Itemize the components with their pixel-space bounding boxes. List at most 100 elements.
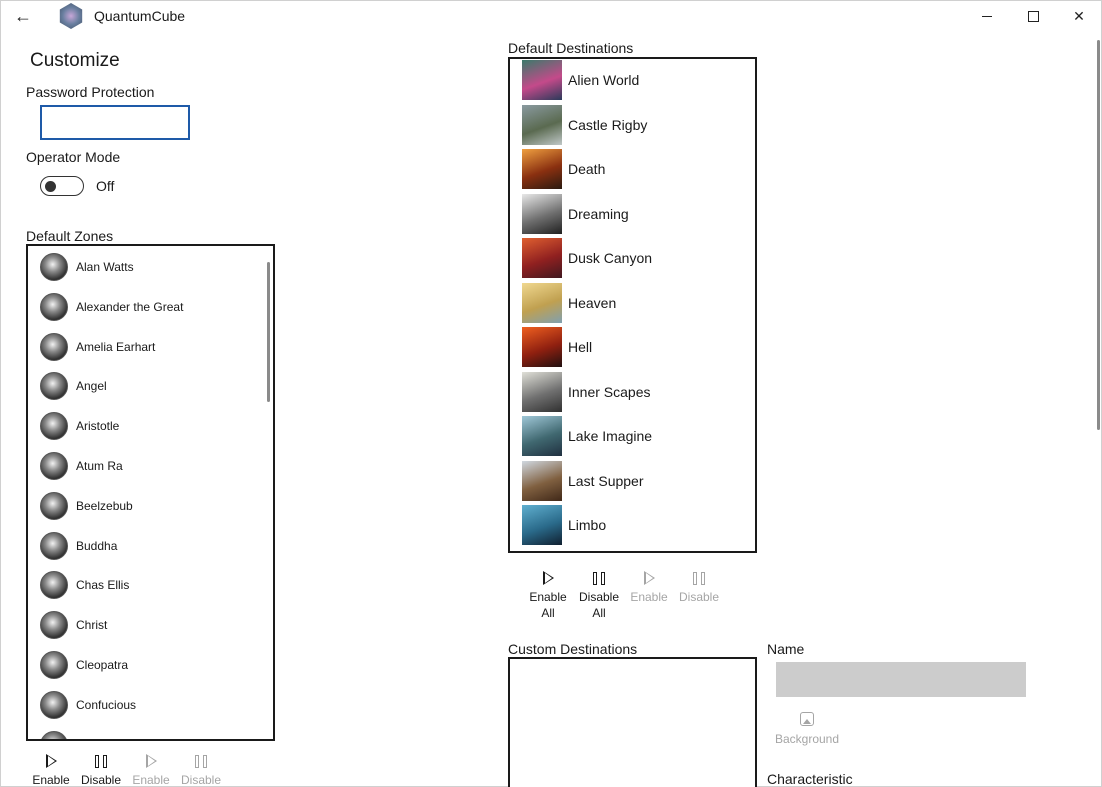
destination-thumbnail [522,371,562,412]
play-icon [643,571,655,585]
page-scrollbar[interactable] [1097,40,1100,430]
zone-name: Chas Ellis [76,578,130,593]
destination-name: Dreaming [568,205,629,222]
password-input[interactable] [40,105,190,140]
zone-list-item[interactable]: Angel [40,371,107,401]
play-icon [542,571,554,585]
destination-name: Heaven [568,294,617,311]
destination-thumbnail [522,60,562,100]
zone-name: Angel [76,379,107,394]
zone-list-item[interactable]: Cleopatra [40,650,128,680]
zone-list-item[interactable]: Atum Ra [40,451,123,481]
zones-disable-button[interactable]: Disable [178,750,224,787]
destination-thumbnail [522,238,562,278]
zone-avatar-icon [40,292,68,321]
destination-list-item[interactable]: Hell [522,327,592,367]
default-zones-list[interactable]: Alan Watts Alexander the Great Amelia Earh… [26,244,275,741]
destinations-enable-all-label: Enable [529,590,567,604]
destination-name: Last Supper [568,472,644,489]
zone-avatar-icon [40,372,68,401]
default-destinations-label: Default Destinations [508,40,634,56]
zone-name: Cleopatra [76,658,129,672]
back-button[interactable]: ← [0,0,46,32]
close-icon: ✕ [1073,7,1085,24]
custom-destinations-list[interactable] [508,657,757,787]
zone-list-item[interactable]: Alexander the Great [40,292,183,322]
name-label: Name [767,641,805,657]
destination-list-item[interactable]: Limbo [522,505,606,545]
destination-list-item[interactable]: Lake Imagine [522,416,652,456]
destinations-disable-all-button[interactable]: Disable All [576,567,622,621]
zone-avatar-icon [40,531,68,560]
destination-list-item[interactable]: Dusk Canyon [522,238,652,278]
destination-name: Hell [568,339,593,355]
default-destinations-list[interactable]: Alien World Castle Rigby Death Dreaming Dusk… [508,57,757,553]
destination-list-item[interactable]: Alien World [522,60,639,100]
destinations-disable-all-label-2: All [592,606,606,620]
zone-list-item[interactable]: Amelia Earhart [40,332,155,362]
zone-avatar-icon [40,491,68,520]
pause-icon [195,754,207,768]
name-input[interactable] [776,662,1026,697]
zone-list-item[interactable]: Aristotle [40,411,119,441]
destinations-enable-button[interactable]: Enable [627,567,671,605]
zone-name: Alan Watts [76,260,134,274]
zone-avatar-icon [40,412,68,441]
zone-list-item-partial[interactable] [40,730,68,739]
operator-mode-toggle[interactable] [40,176,84,196]
destination-list-item[interactable]: Castle Rigby [522,104,648,145]
zone-list-item[interactable]: Buddha [40,531,117,561]
destination-thumbnail [522,282,562,323]
zone-list-item[interactable]: Alan Watts [40,252,134,282]
zones-enable-label: Enable [132,773,170,787]
app-title: QuantumCube [94,8,186,24]
zone-avatar-icon [40,452,68,480]
minimize-button[interactable] [964,0,1010,32]
destinations-enable-all-label-2: All [541,606,555,620]
image-icon [800,712,814,726]
destination-thumbnail [522,505,562,545]
zones-enable-all-label: Enable [32,773,70,787]
custom-destinations-label: Custom Destinations [508,641,638,657]
close-button[interactable]: ✕ [1056,0,1102,32]
zone-avatar-icon [40,651,68,679]
play-icon [145,754,157,768]
zones-disable-all-button[interactable]: Disable [78,750,124,787]
zones-enable-all-button[interactable]: Enable [30,750,72,787]
destination-list-item[interactable]: Dreaming [522,193,629,234]
play-icon [45,754,57,768]
zone-list-item[interactable]: Chas Ellis [40,570,129,600]
zone-name: Confucious [76,697,137,712]
zone-name: Amelia Earhart [76,339,156,354]
background-button[interactable]: Background [770,712,844,746]
zone-list-item[interactable]: Beelzebub [40,491,133,521]
toggle-knob [45,180,56,192]
zone-list-item[interactable]: Confucious [40,690,136,720]
destination-list-item[interactable]: Death [522,149,605,189]
zone-list-item[interactable]: Christ [40,610,107,640]
destination-list-item[interactable]: Last Supper [522,460,644,501]
zones-scrollbar[interactable] [267,262,270,402]
destinations-disable-label: Disable [678,590,720,604]
operator-mode-label: Operator Mode [26,149,121,165]
maximize-button[interactable] [1010,0,1056,32]
destinations-enable-all-button[interactable]: Enable All [526,567,570,621]
zone-avatar-icon [40,253,68,281]
destination-name: Inner Scapes [568,383,651,400]
destination-list-item[interactable]: Inner Scapes [522,371,651,412]
zone-name: Aristotle [76,419,120,434]
pause-icon [693,571,705,585]
destination-list-item[interactable]: Heaven [522,282,617,323]
destination-name: Castle Rigby [568,116,648,133]
destination-name: Lake Imagine [568,428,653,444]
destinations-disable-button[interactable]: Disable [676,567,722,605]
zones-enable-button[interactable]: Enable [130,750,172,787]
app-logo-icon [59,3,83,29]
destination-thumbnail [522,149,562,189]
title-bar: ← QuantumCube ✕ [0,0,1102,32]
pause-icon [593,571,605,585]
destination-thumbnail [522,193,562,234]
zone-avatar-icon [40,730,68,739]
background-button-label: Background [774,732,840,746]
destination-thumbnail [522,460,562,501]
